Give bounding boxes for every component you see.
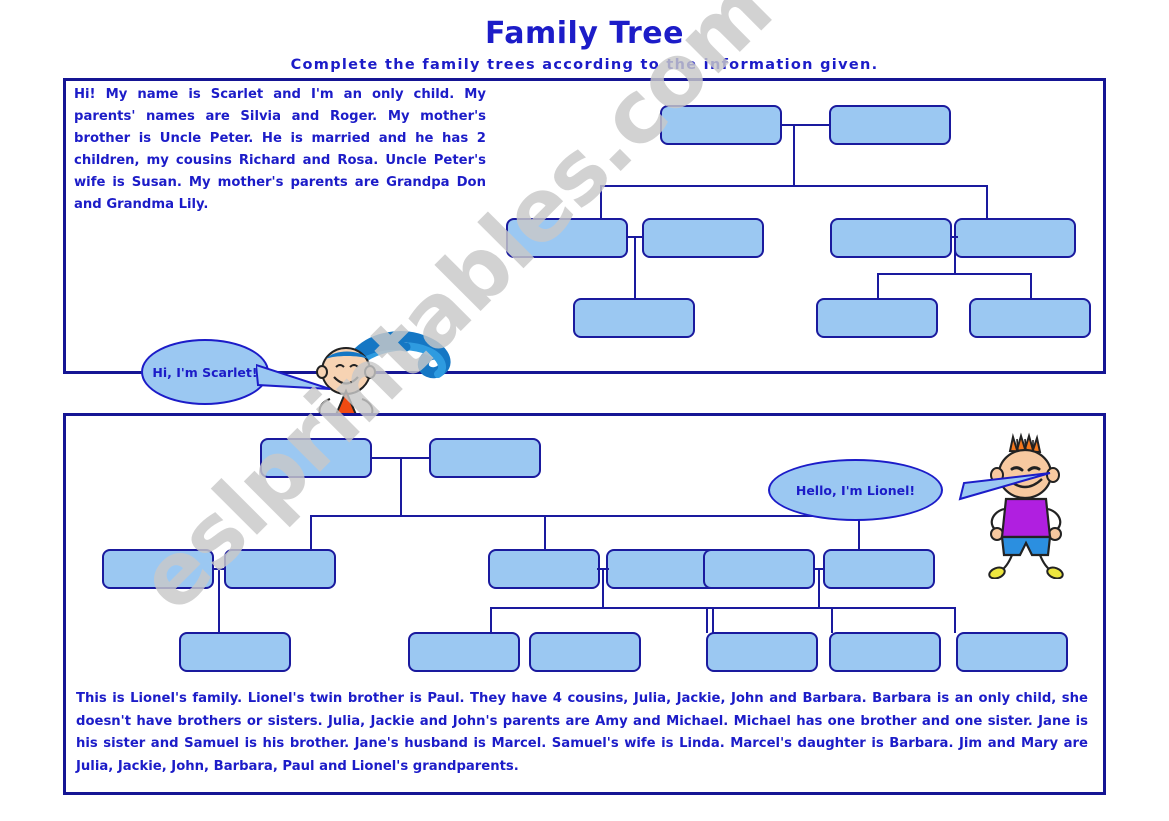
tree1-box-parent-1[interactable] [506,218,628,258]
tree2-drop-a [310,515,312,550]
tree2-box-parent-5[interactable] [703,549,815,589]
tree2-box-parent-3[interactable] [488,549,600,589]
tree2-box-grandparent-2[interactable] [429,438,541,478]
tree2-descend-trunk [400,457,402,516]
tree1-box-uncle[interactable] [830,218,952,258]
tree2-children-bar-2 [490,607,714,609]
tree2-child-drop-3b [831,607,833,633]
page-title: Family Tree [485,16,684,51]
tree1-sibling-bar [600,185,988,187]
tree2-box-child-5[interactable] [829,632,941,672]
tree2-child-trunk-2 [602,568,604,608]
tree1-box-aunt[interactable] [954,218,1076,258]
exercise-two-panel: Hello, I'm Lionel! This is Lionel's fami… [63,413,1106,795]
tree2-child-drop-2b [712,607,714,633]
tree1-box-grandparent-1[interactable] [660,105,782,145]
page-subtitle: Complete the family trees according to t… [290,57,879,73]
tree1-box-grandparent-2[interactable] [829,105,951,145]
tree2-sibling-bar [310,515,860,517]
tree2-child-drop-3a [706,607,708,633]
lionel-bubble-tail [958,472,1051,501]
lionel-speech-bubble: Hello, I'm Lionel! [768,459,943,521]
tree2-box-child-3[interactable] [529,632,641,672]
tree1-box-cousin-2[interactable] [969,298,1091,338]
tree2-child-drop-3c [954,607,956,633]
tree2-box-child-4[interactable] [706,632,818,672]
tree1-descend-trunk [793,124,795,186]
tree2-box-parent-4[interactable] [606,549,718,589]
tree1-drop-right [986,185,988,219]
tree1-drop-left [600,185,602,219]
tree2-box-child-2[interactable] [408,632,520,672]
tree2-box-grandparent-1[interactable] [260,438,372,478]
tree1-child-drop-left [634,236,636,299]
exercise-two-story: This is Lionel's family. Lionel's twin b… [76,691,1088,774]
scarlet-speech-text: Hi, I'm Scarlet! [152,364,258,380]
exercise-one-story: Hi! My name is Scarlet and I'm an only c… [74,87,486,212]
tree1-child-trunk-right [954,236,956,274]
tree1-box-cousin-1[interactable] [816,298,938,338]
tree1-box-parent-2[interactable] [642,218,764,258]
lionel-character [988,432,1064,579]
scarlet-speech-bubble: Hi, I'm Scarlet! [141,339,269,405]
tree2-box-parent-1[interactable] [102,549,214,589]
tree2-box-parent-6[interactable] [823,549,935,589]
tree1-cousins-bar [877,273,1032,275]
tree2-child-trunk-3 [818,568,820,608]
tree1-cousin-drop-1 [877,273,879,299]
tree2-box-child-1[interactable] [179,632,291,672]
tree2-drop-b [544,515,546,550]
tree1-box-child-self[interactable] [573,298,695,338]
exercise-one-panel: Hi! My name is Scarlet and I'm an only c… [63,78,1106,459]
tree2-child-drop-1 [218,568,220,633]
tree2-box-parent-2[interactable] [224,549,336,589]
tree1-cousin-drop-2 [1030,273,1032,299]
tree1-marriage-line-1 [780,124,831,126]
scarlet-bubble-tail [256,363,331,390]
tree2-child-drop-2a [490,607,492,633]
lionel-speech-text: Hello, I'm Lionel! [795,482,916,498]
tree2-box-child-6[interactable] [956,632,1068,672]
